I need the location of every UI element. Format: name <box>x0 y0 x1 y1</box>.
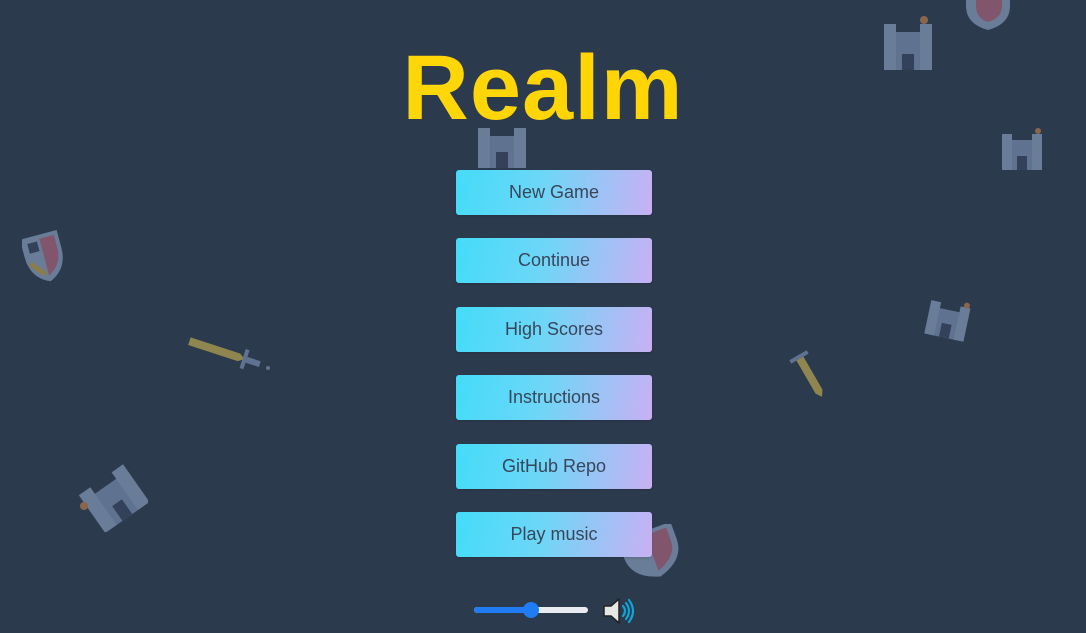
main-menu: New Game Continue High Scores Instructio… <box>456 170 652 580</box>
github-repo-button[interactable]: GitHub Repo <box>456 443 652 489</box>
sword-icon <box>789 350 823 397</box>
game-title: Realm <box>0 38 1086 138</box>
volume-control <box>472 596 637 624</box>
new-game-button[interactable]: New Game <box>456 170 652 215</box>
volume-slider[interactable] <box>474 602 588 618</box>
instructions-button[interactable]: Instructions <box>456 375 652 421</box>
high-scores-button[interactable]: High Scores <box>456 306 652 352</box>
play-music-button[interactable]: Play music <box>456 511 652 557</box>
castle-icon <box>924 300 971 342</box>
speaker-icon[interactable] <box>602 597 636 625</box>
castle-icon <box>78 464 148 532</box>
continue-button[interactable]: Continue <box>456 238 652 284</box>
shield-icon <box>966 0 1010 30</box>
volume-slider-thumb[interactable] <box>523 602 539 618</box>
shield-icon <box>22 230 63 282</box>
sword-icon <box>188 337 270 370</box>
